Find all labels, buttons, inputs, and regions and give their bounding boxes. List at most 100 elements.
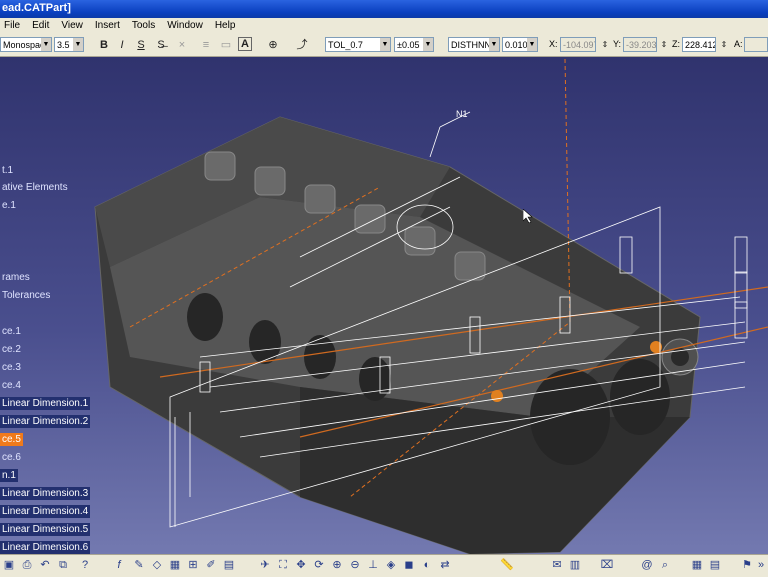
insert-symbol-icon[interactable]: ⤴ [294, 37, 310, 53]
tree-item[interactable]: ce.1 [0, 325, 23, 338]
z-spinner-icon[interactable]: ⇕ [716, 37, 732, 53]
x-field[interactable]: -104.097 [560, 37, 596, 52]
sketch-icon[interactable]: ✐ [204, 558, 218, 572]
tree-item[interactable]: n.1 [0, 469, 18, 482]
numerical-format-select[interactable]: DISTHNN ▼ [448, 37, 500, 52]
menu-file[interactable]: File [0, 18, 28, 34]
annotation-label: N1 [456, 109, 468, 119]
swap-visible-icon[interactable]: ⇄ [438, 558, 452, 572]
tree-item[interactable]: Linear Dimension.2 [0, 415, 91, 428]
text-properties-toolbar: Monospac821▼ 3.5▼ B I S S̶ × ≡ ▭ A ⊕ ⤴ T… [0, 34, 768, 57]
tree-item[interactable]: Linear Dimension.1 [0, 397, 91, 410]
tree-item[interactable]: Linear Dimension.4 [0, 505, 91, 518]
tree-item[interactable]: ce.2 [0, 343, 23, 356]
tolerance-format-select[interactable]: TOL_0.7 ▼ [325, 37, 391, 52]
save-icon[interactable]: ▣ [2, 558, 16, 572]
grid-icon[interactable]: ⊞ [186, 558, 200, 572]
print-icon[interactable]: ⎙ [20, 558, 34, 572]
chevron-down-icon: ▼ [73, 38, 83, 51]
flag-icon[interactable]: ⚑ [740, 558, 754, 572]
zoom-in-icon[interactable]: ⊕ [330, 558, 344, 572]
views-icon[interactable]: ◈ [384, 558, 398, 572]
tree-item[interactable]: t.1 [0, 164, 15, 177]
part-geometry: N1 [94, 58, 768, 554]
chevron-down-icon: ▼ [423, 38, 433, 51]
menu-view[interactable]: View [57, 18, 91, 34]
tree-item[interactable]: Tolerances [0, 289, 52, 302]
menu-window[interactable]: Window [163, 18, 211, 34]
precision-select[interactable]: 0.010 ▼ [502, 37, 538, 52]
menu-insert[interactable]: Insert [91, 18, 128, 34]
rotate-icon[interactable]: ⟳ [312, 558, 326, 572]
x-spinner-icon[interactable]: ⇕ [597, 37, 613, 53]
annotation-icon[interactable]: ✉ [550, 558, 564, 572]
hide-show-icon[interactable]: ◐ [420, 558, 434, 572]
sheet-icon[interactable]: ▤ [222, 558, 236, 572]
3d-viewport[interactable]: N1 t.1 ative Elements e.1 rames Toleranc… [0, 57, 768, 554]
chevron-down-icon: ▼ [41, 38, 51, 51]
z-field[interactable]: 228.412 [682, 37, 716, 52]
fit-all-icon[interactable]: ⛶ [276, 558, 290, 572]
pan-icon[interactable]: ✥ [294, 558, 308, 572]
tree-item[interactable]: ce.4 [0, 379, 23, 392]
comment-icon[interactable]: ✎ [132, 558, 146, 572]
window-title: ead.CATPart] [2, 2, 71, 14]
more-icon[interactable]: » [754, 558, 768, 572]
anchor-point-icon[interactable]: ⊕ [265, 37, 281, 53]
tolerance-value: ±0.05 [397, 40, 420, 50]
text-frame-icon[interactable]: A [238, 37, 252, 51]
menu-bar: File Edit View Insert Tools Window Help [0, 18, 768, 35]
tree-item[interactable]: ce.3 [0, 361, 23, 374]
grid-view-icon[interactable]: ▦ [690, 558, 704, 572]
copy-icon[interactable]: ⧉ [56, 558, 70, 572]
help-icon[interactable]: ? [78, 558, 92, 572]
align-icon[interactable]: ≡ [198, 37, 214, 53]
menu-help[interactable]: Help [211, 18, 244, 34]
filter-icon[interactable]: ▥ [568, 558, 582, 572]
tree-item[interactable]: ative Elements [0, 181, 70, 194]
menu-edit[interactable]: Edit [28, 18, 57, 34]
tree-item[interactable]: Linear Dimension.3 [0, 487, 91, 500]
tolerance-format-value: TOL_0.7 [328, 40, 363, 50]
tree-item[interactable]: Linear Dimension.6 [0, 541, 91, 554]
list-view-icon[interactable]: ▤ [708, 558, 722, 572]
tree-item[interactable]: Linear Dimension.5 [0, 523, 91, 536]
a-field[interactable] [744, 37, 768, 52]
measure-icon[interactable]: 📏 [500, 558, 514, 572]
tree-item[interactable]: e.1 [0, 199, 18, 212]
superscript-icon[interactable]: × [174, 37, 190, 53]
undo-icon[interactable]: ↶ [38, 558, 52, 572]
y-spinner-icon[interactable]: ⇕ [656, 37, 672, 53]
normal-view-icon[interactable]: ⊥ [366, 558, 380, 572]
tree-item[interactable]: ce.6 [0, 451, 23, 464]
capture-icon[interactable]: ⌧ [600, 558, 614, 572]
font-name-select[interactable]: Monospac821▼ [0, 37, 52, 52]
font-size-select[interactable]: 3.5 ▼ [54, 37, 84, 52]
z-value: 228.412 [685, 40, 716, 50]
zoom-out-icon[interactable]: ⊖ [348, 558, 362, 572]
tree-item[interactable]: rames [0, 271, 32, 284]
bold-icon[interactable]: B [96, 37, 112, 53]
underline-icon[interactable]: S [133, 37, 149, 53]
shading-icon[interactable]: ◼ [402, 558, 416, 572]
title-bar: ead.CATPart] [0, 0, 768, 18]
italic-icon[interactable]: I [114, 37, 130, 53]
fly-icon[interactable]: ✈ [258, 558, 272, 572]
x-label: X: [549, 39, 558, 49]
plane-icon[interactable]: ◇ [150, 558, 164, 572]
strikethrough-icon[interactable]: S̶ [153, 37, 169, 53]
precision-value: 0.010 [505, 40, 528, 50]
numerical-format-value: DISTHNN [451, 40, 491, 50]
chevron-down-icon: ▼ [380, 38, 390, 51]
link-icon[interactable]: @ [640, 558, 654, 572]
formula-icon[interactable]: f [112, 558, 126, 572]
tolerance-value-select[interactable]: ±0.05 ▼ [394, 37, 434, 52]
search-icon[interactable]: ⌕ [658, 558, 672, 572]
y-value: -39.203 [626, 40, 657, 50]
table-icon[interactable]: ▦ [168, 558, 182, 572]
y-field[interactable]: -39.203 [623, 37, 657, 52]
tree-item-selected[interactable]: ce.5 [0, 433, 23, 446]
menu-tools[interactable]: Tools [128, 18, 163, 34]
a-label: A: [734, 39, 743, 49]
frame-icon[interactable]: ▭ [218, 37, 234, 53]
